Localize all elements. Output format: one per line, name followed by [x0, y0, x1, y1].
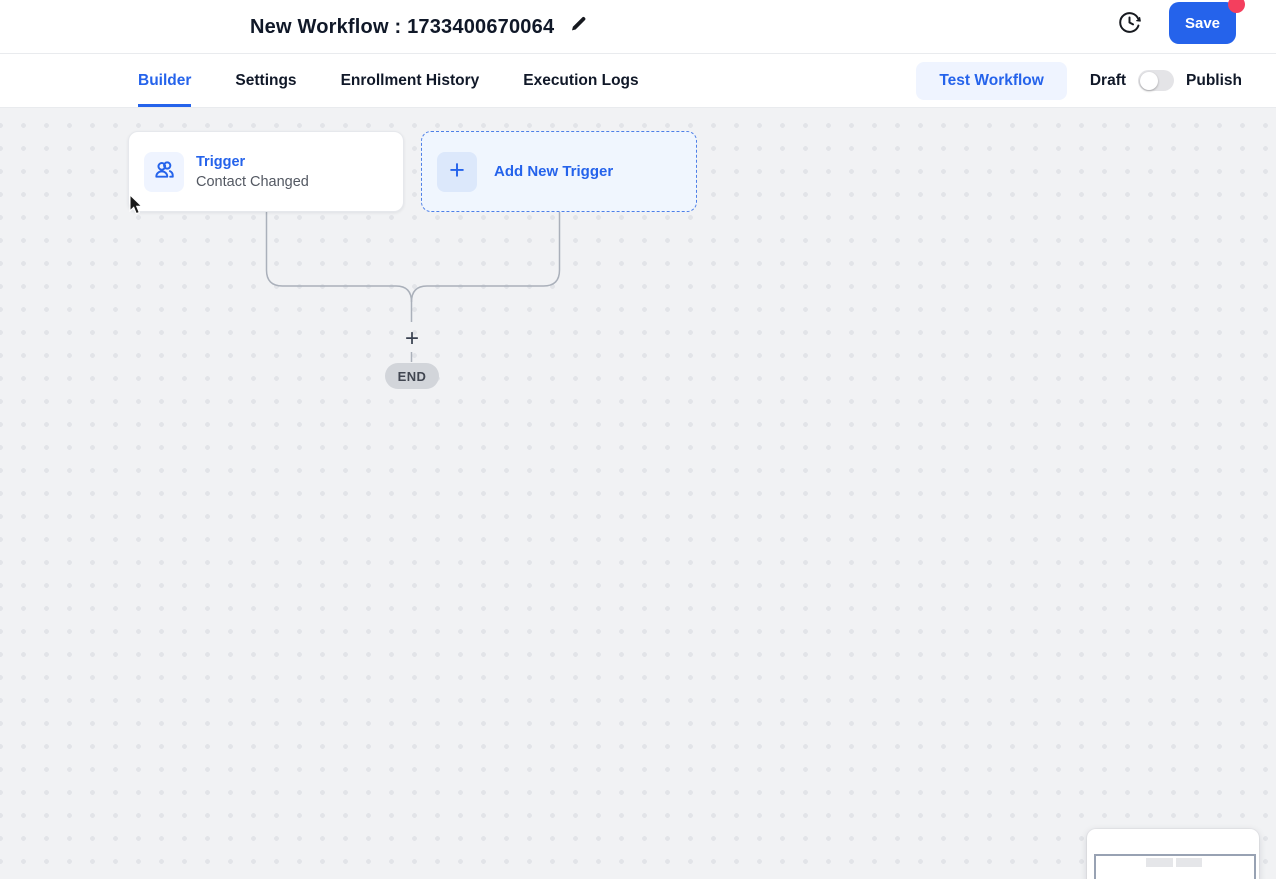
- users-icon: [152, 157, 177, 187]
- version-history-button[interactable]: [1114, 9, 1144, 39]
- tab-execution-logs[interactable]: Execution Logs: [523, 54, 638, 107]
- tab-builder[interactable]: Builder: [138, 54, 191, 107]
- workflow-end-node: END: [385, 363, 439, 389]
- mouse-cursor-icon: [127, 194, 144, 220]
- draft-label: Draft: [1090, 72, 1126, 90]
- add-new-trigger-label: Add New Trigger: [494, 163, 613, 180]
- connector-lines: [0, 108, 1276, 879]
- tab-bar-actions: Test Workflow Draft Publish: [916, 54, 1276, 107]
- minimap-node-add-trigger: [1176, 858, 1202, 867]
- add-step-button[interactable]: +: [399, 326, 425, 352]
- minimap-node-trigger: [1146, 858, 1173, 867]
- trigger-node-title: Trigger: [196, 154, 309, 170]
- test-workflow-button[interactable]: Test Workflow: [916, 62, 1067, 100]
- trigger-node-card[interactable]: Trigger Contact Changed: [128, 131, 404, 212]
- top-header-bar: New Workflow : 1733400670064 Save: [0, 0, 1276, 54]
- publish-toggle-knob: [1140, 72, 1158, 90]
- unsaved-changes-dot: [1228, 0, 1245, 13]
- pencil-icon: [570, 16, 587, 38]
- trigger-icon-tile: [144, 152, 184, 192]
- publish-toggle-row: Draft Publish: [1090, 70, 1242, 91]
- plus-icon: +: [437, 152, 477, 192]
- edit-title-button[interactable]: [570, 16, 587, 38]
- publish-label: Publish: [1186, 72, 1242, 90]
- clock-history-icon: [1117, 10, 1142, 38]
- publish-toggle[interactable]: [1138, 70, 1174, 91]
- save-button[interactable]: Save: [1169, 2, 1236, 44]
- page-title: New Workflow : 1733400670064: [250, 16, 554, 39]
- trigger-node-subtitle: Contact Changed: [196, 174, 309, 190]
- add-new-trigger-card[interactable]: + Add New Trigger: [421, 131, 697, 212]
- minimap-panel[interactable]: [1087, 829, 1259, 879]
- trigger-node-texts: Trigger Contact Changed: [196, 154, 309, 190]
- minimap-viewport[interactable]: [1094, 854, 1256, 879]
- workflow-title-group: New Workflow : 1733400670064: [250, 0, 587, 54]
- workflow-canvas[interactable]: Trigger Contact Changed + Add New Trigge…: [0, 108, 1276, 879]
- tab-bar: Builder Settings Enrollment History Exec…: [0, 54, 1276, 108]
- tab-settings[interactable]: Settings: [235, 54, 296, 107]
- tab-enrollment-history[interactable]: Enrollment History: [341, 54, 480, 107]
